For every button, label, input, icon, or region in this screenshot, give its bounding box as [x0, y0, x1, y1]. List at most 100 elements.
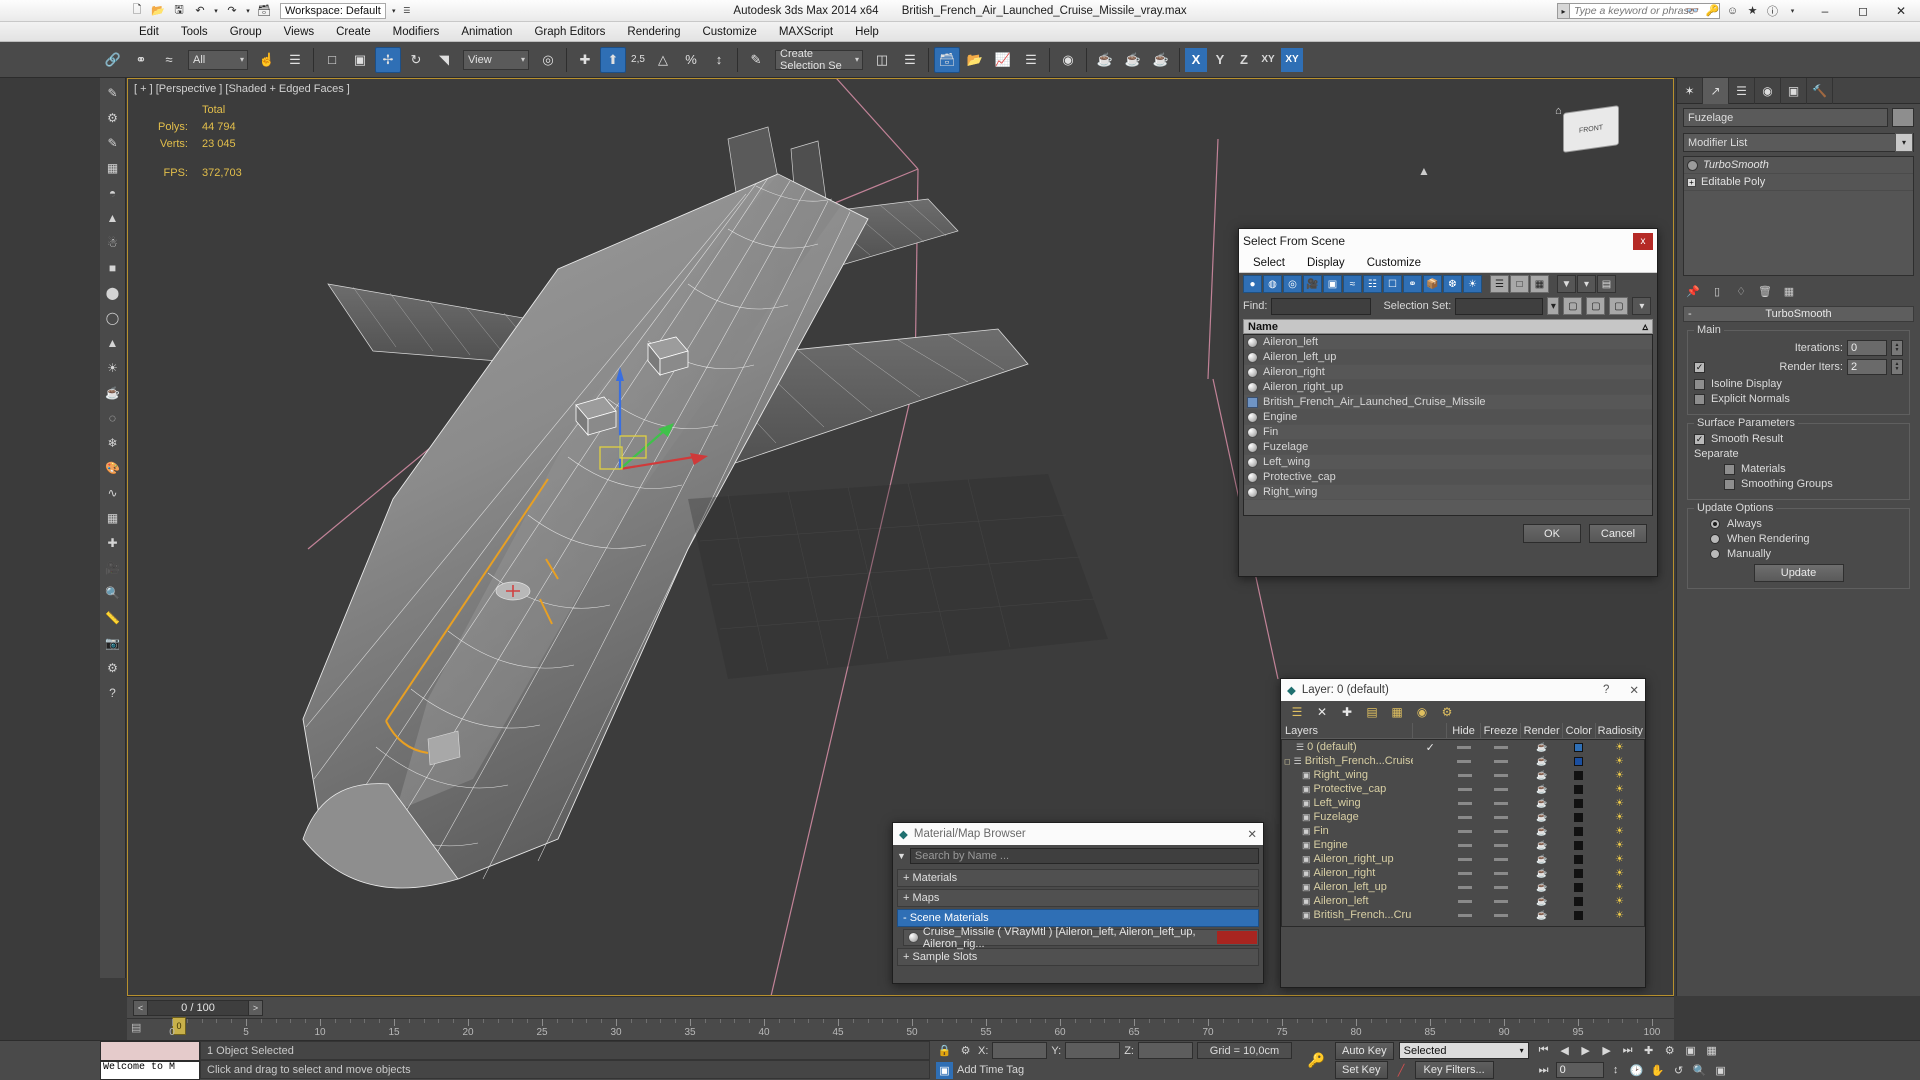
- render-toggle[interactable]: ☕: [1521, 895, 1563, 907]
- display-lights-icon[interactable]: ◎: [1283, 275, 1302, 293]
- layer-color-chip[interactable]: [1574, 784, 1584, 794]
- column-color[interactable]: Color: [1563, 723, 1596, 738]
- render-toggle[interactable]: ☕: [1521, 797, 1563, 809]
- collapse-all-icon[interactable]: □: [1510, 275, 1529, 293]
- light-icon[interactable]: ☀: [102, 357, 124, 379]
- chevron-down-icon[interactable]: ▾: [1895, 133, 1913, 152]
- display-hidden-icon[interactable]: ☀: [1463, 275, 1482, 293]
- selection-set-input[interactable]: [1455, 297, 1544, 315]
- freeze-toggle[interactable]: [1494, 787, 1509, 791]
- select-dialog-titlebar[interactable]: Select From Scene x: [1239, 229, 1657, 253]
- iterations-spinner[interactable]: ▲ ▼: [1891, 340, 1903, 356]
- layer-rows-container[interactable]: ☰ 0 (default) ✓ ☕ ☀ ◻ ☰ British_French...Cr…: [1281, 739, 1645, 927]
- current-layer-check[interactable]: ✓: [1413, 741, 1447, 754]
- previous-frame-button[interactable]: <: [133, 999, 148, 1016]
- bind-to-space-warp-icon[interactable]: ≈: [156, 47, 182, 73]
- zoom-extents-all-icon[interactable]: ▣: [1682, 1042, 1700, 1060]
- select-by-name-icon[interactable]: ☰: [282, 47, 308, 73]
- search-dropdown-icon[interactable]: ▸: [1557, 3, 1570, 19]
- paint-icon[interactable]: 🎨: [102, 457, 124, 479]
- selection-set-dropdown-icon[interactable]: ▾: [1547, 297, 1560, 315]
- create-tab[interactable]: ✶: [1677, 78, 1703, 104]
- deform-icon[interactable]: ∿: [102, 482, 124, 504]
- set-key-mode-icon[interactable]: ╱: [1393, 1062, 1410, 1079]
- current-frame-display[interactable]: 0 / 100: [148, 999, 248, 1016]
- layer-row[interactable]: ▣ Protective_cap ☕ ☀: [1282, 782, 1644, 796]
- layer-row[interactable]: ▣ Aileron_right ☕ ☀: [1282, 866, 1644, 880]
- freeze-toggle[interactable]: [1494, 801, 1509, 805]
- frame-spinner-icon[interactable]: ↕: [1607, 1061, 1625, 1079]
- teapot-icon[interactable]: ☕: [102, 382, 124, 404]
- key-toggle-icon[interactable]: 🔑: [1308, 1052, 1325, 1069]
- layer-row[interactable]: ▣ Aileron_right_up ☕ ☀: [1282, 852, 1644, 866]
- helper-icon[interactable]: ✚: [102, 532, 124, 554]
- material-browser-close-button[interactable]: ✕: [1247, 827, 1257, 841]
- scene-material-item[interactable]: Cruise_Missile ( VRayMtl ) [Aileron_left…: [903, 926, 1259, 950]
- help-dropdown-icon[interactable]: ▾: [1785, 3, 1800, 18]
- layer-row[interactable]: ▣ Left_wing ☕ ☀: [1282, 796, 1644, 810]
- layer-color-chip[interactable]: [1574, 756, 1584, 766]
- layer-properties-icon[interactable]: ⚙: [1439, 704, 1455, 720]
- select-and-rotate-icon[interactable]: ↻: [403, 47, 429, 73]
- add-selection-to-layer-icon[interactable]: ✚: [1339, 704, 1355, 720]
- render-production-icon[interactable]: ☕: [1148, 47, 1174, 73]
- layer-row[interactable]: ▣ Right_wing ☕ ☀: [1282, 768, 1644, 782]
- goto-end-icon[interactable]: ⏭: [1619, 1042, 1637, 1060]
- scene-materials-group[interactable]: - Scene Materials: [897, 909, 1259, 927]
- maps-group[interactable]: + Maps: [897, 889, 1259, 907]
- cone-icon[interactable]: ▲: [102, 332, 124, 354]
- select-dialog-menu-select[interactable]: Select: [1253, 257, 1285, 269]
- render-toggle[interactable]: ☕: [1521, 909, 1563, 921]
- radiosity-toggle[interactable]: ☀: [1595, 797, 1644, 809]
- select-set-icon[interactable]: ▢: [1586, 297, 1606, 315]
- layer-color-chip[interactable]: [1574, 854, 1584, 864]
- populate-icon[interactable]: ☃: [102, 232, 124, 254]
- materials-group[interactable]: + Materials: [897, 869, 1259, 887]
- freeze-toggle[interactable]: [1494, 871, 1509, 875]
- selection-set-more-icon[interactable]: ▾: [1632, 297, 1652, 315]
- display-groups-icon[interactable]: ☷: [1363, 275, 1382, 293]
- list-item[interactable]: Right_wing: [1244, 485, 1652, 500]
- material-search-input[interactable]: Search by Name ...: [909, 848, 1259, 864]
- x-coordinate-field[interactable]: [992, 1042, 1048, 1060]
- object-name-field[interactable]: Fuzelage: [1683, 108, 1888, 127]
- hide-toggle[interactable]: [1457, 857, 1472, 861]
- home-icon[interactable]: ⌂: [1555, 105, 1562, 117]
- list-item[interactable]: Fuzelage: [1244, 440, 1652, 455]
- select-from-scene-dialog[interactable]: Select From Scene x Select Display Custo…: [1238, 228, 1658, 577]
- curve-editor-icon[interactable]: 📈: [990, 47, 1016, 73]
- list-item[interactable]: Fin: [1244, 425, 1652, 440]
- layer-close-button[interactable]: ✕: [1629, 683, 1639, 697]
- freeze-toggle[interactable]: [1494, 773, 1509, 777]
- orbit-icon[interactable]: ↺: [1670, 1061, 1688, 1079]
- hide-toggle[interactable]: [1457, 871, 1472, 875]
- menu-item-edit[interactable]: Edit: [128, 22, 170, 42]
- create-panel-icon[interactable]: ✎: [102, 82, 124, 104]
- sort-arrow-icon[interactable]: ▵: [1642, 320, 1648, 333]
- freeform-icon[interactable]: ◓: [102, 182, 124, 204]
- delete-selection-set-icon[interactable]: ▢: [1609, 297, 1629, 315]
- sort-columns-icon[interactable]: ▦: [1530, 275, 1549, 293]
- display-geometry-icon[interactable]: ●: [1243, 275, 1262, 293]
- hide-toggle[interactable]: [1457, 829, 1472, 833]
- render-iters-spinner[interactable]: ▲ ▼: [1891, 359, 1903, 375]
- collapse-icon[interactable]: -: [1688, 308, 1692, 320]
- select-dialog-menu-customize[interactable]: Customize: [1367, 257, 1421, 269]
- layer-color-chip[interactable]: [1574, 896, 1584, 906]
- pin-stack-icon[interactable]: 📌: [1685, 283, 1701, 299]
- set-key-button[interactable]: Set Key: [1334, 1061, 1388, 1080]
- material-editor-icon[interactable]: ◉: [1055, 47, 1081, 73]
- signin-icon[interactable]: ☺: [1725, 3, 1740, 18]
- current-frame-input[interactable]: 0: [1555, 1062, 1604, 1079]
- viewport-max-icon[interactable]: ▲: [1418, 164, 1430, 178]
- layer-row[interactable]: ☰ 0 (default) ✓ ☕ ☀: [1282, 740, 1644, 754]
- filter-icon[interactable]: ▼: [1557, 275, 1576, 293]
- key-mode-combo[interactable]: Selected: [1398, 1042, 1529, 1060]
- expand-minus-icon[interactable]: ◻: [1284, 757, 1291, 766]
- close-button[interactable]: ✕: [1882, 0, 1920, 22]
- layer-row[interactable]: ▣ Fuzelage ☕ ☀: [1282, 810, 1644, 824]
- search-options-icon[interactable]: ▼: [897, 851, 906, 861]
- display-helpers-icon[interactable]: ▣: [1323, 275, 1342, 293]
- maxscript-listener-pink[interactable]: [100, 1041, 200, 1061]
- absolute-relative-mode-icon[interactable]: ⚙: [957, 1042, 974, 1059]
